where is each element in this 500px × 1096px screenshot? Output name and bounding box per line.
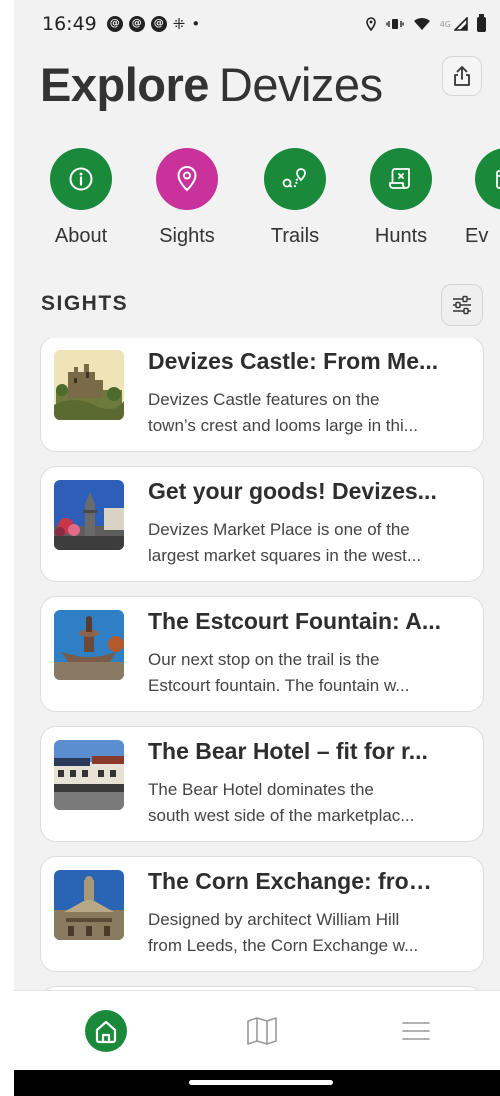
- share-button[interactable]: [442, 56, 482, 96]
- category-about[interactable]: About: [36, 148, 126, 248]
- sight-description-line: The Bear Hotel dominates the: [148, 780, 374, 799]
- notification-dot-icon: •: [191, 15, 201, 33]
- filter-sliders-icon: [453, 295, 471, 315]
- category-circle: [156, 148, 218, 210]
- sight-description-line: Devizes Castle features on the: [148, 390, 380, 409]
- page-title: Explore Devizes: [40, 57, 383, 112]
- scroll-map-icon: [389, 168, 410, 189]
- sight-title: The Bear Hotel – fit for r...: [148, 738, 428, 764]
- sight-thumbnail-castle: [54, 350, 124, 420]
- sight-description: The Bear Hotel dominates the south west …: [148, 777, 448, 829]
- location-status-icon: [365, 17, 376, 31]
- page-title-light: Devizes: [218, 58, 383, 111]
- category-label: About: [54, 225, 108, 247]
- sight-description-line: south west side of the marketplac...: [148, 806, 415, 825]
- vibrate-icon: [386, 19, 404, 29]
- app-screen: 16:49 @ @ @ ⁜ • 4G ExploreDevizes About: [14, 0, 500, 1096]
- network-type: 4G: [439, 19, 451, 29]
- category-circle: [370, 148, 432, 210]
- nav-map-button[interactable]: [240, 1009, 284, 1053]
- sight-description-line: from Leeds, the Corn Exchange w...: [148, 936, 419, 955]
- menu-icon: [402, 1022, 430, 1040]
- info-icon: [69, 167, 93, 191]
- category-hunts[interactable]: Hunts: [356, 148, 446, 248]
- sight-description: Our next stop on the trail is the Estcou…: [148, 647, 448, 699]
- location-pin-icon: [177, 165, 197, 192]
- category-label: Ev: [465, 225, 489, 247]
- sights-list[interactable]: Devizes Castle: From Me... Devizes Castl…: [14, 338, 500, 990]
- nav-home-button[interactable]: [84, 1009, 128, 1053]
- sight-description: Designed by architect William Hill from …: [148, 907, 448, 959]
- category-circle: [475, 148, 500, 210]
- category-events[interactable]: Ev: [461, 148, 500, 248]
- sight-description-line: Designed by architect William Hill: [148, 910, 400, 929]
- filter-button[interactable]: [441, 284, 483, 326]
- battery-icon: [477, 13, 486, 32]
- notification-app-icon: @: [150, 16, 167, 32]
- share-icon: [454, 66, 470, 86]
- category-circle: [264, 148, 326, 210]
- map-icon: [247, 1017, 277, 1045]
- sight-title: The Estcourt Fountain: A...: [148, 608, 442, 634]
- notification-app-icon: @: [106, 16, 123, 32]
- wifi-icon: [413, 17, 430, 30]
- home-gesture-handle[interactable]: [189, 1080, 333, 1085]
- sight-title: The Corn Exchange: from...: [148, 868, 448, 894]
- sight-card[interactable]: Devizes Castle: From Me... Devizes Castl…: [40, 338, 484, 452]
- signal-icon: [454, 17, 468, 31]
- route-icon: [282, 168, 306, 188]
- sight-description-line: Estcourt fountain. The fountain w...: [148, 676, 410, 695]
- sight-description-line: town’s crest and looms large in thi...: [148, 416, 418, 435]
- nav-menu-button[interactable]: [394, 1009, 438, 1053]
- sight-title: Devizes Castle: From Me...: [148, 348, 439, 374]
- sight-card[interactable]: The Corn Exchange: from... Designed by a…: [40, 856, 484, 972]
- sight-thumbnail-market: [54, 480, 124, 550]
- sight-card[interactable]: Get your goods! Devizes... Devizes Marke…: [40, 466, 484, 582]
- category-circle: [50, 148, 112, 210]
- sight-title: Get your goods! Devizes...: [148, 478, 437, 504]
- sight-description-line: Devizes Market Place is one of the: [148, 520, 410, 539]
- category-sights[interactable]: Sights: [142, 148, 232, 248]
- sight-thumbnail-corn-exchange: [54, 870, 124, 940]
- page-title-bold: Explore: [40, 58, 209, 111]
- category-label: Hunts: [374, 225, 428, 247]
- section-title: SIGHTS: [41, 292, 129, 315]
- sight-description-line: Our next stop on the trail is the: [148, 650, 380, 669]
- sight-thumbnail-fountain: [54, 610, 124, 680]
- notification-app-icon: @: [128, 16, 145, 32]
- notification-grid-icon: ⁜: [172, 15, 186, 33]
- sight-card[interactable]: The Estcourt Fountain: A... Our next sto…: [40, 596, 484, 712]
- category-row: About Sights Trails Hunts Ev: [14, 148, 500, 258]
- sight-thumbnail-hotel: [54, 740, 124, 810]
- category-trails[interactable]: Trails: [250, 148, 340, 248]
- status-right-icons: 4G: [365, 13, 486, 32]
- bottom-nav: [14, 990, 500, 1070]
- sight-description: Devizes Market Place is one of the large…: [148, 517, 448, 569]
- home-icon: [85, 1010, 127, 1052]
- status-time: 16:49: [42, 13, 97, 35]
- sight-description: Devizes Castle features on the town’s cr…: [148, 387, 448, 439]
- calendar-icon: [496, 170, 500, 189]
- sight-card[interactable]: The Bear Hotel – fit for r... The Bear H…: [40, 726, 484, 842]
- category-label: Sights: [159, 225, 215, 247]
- category-label: Trails: [270, 225, 320, 247]
- status-bar: 16:49 @ @ @ ⁜ • 4G: [14, 0, 500, 48]
- gesture-bar: [14, 1070, 500, 1096]
- sight-description-line: largest market squares in the west...: [148, 546, 422, 565]
